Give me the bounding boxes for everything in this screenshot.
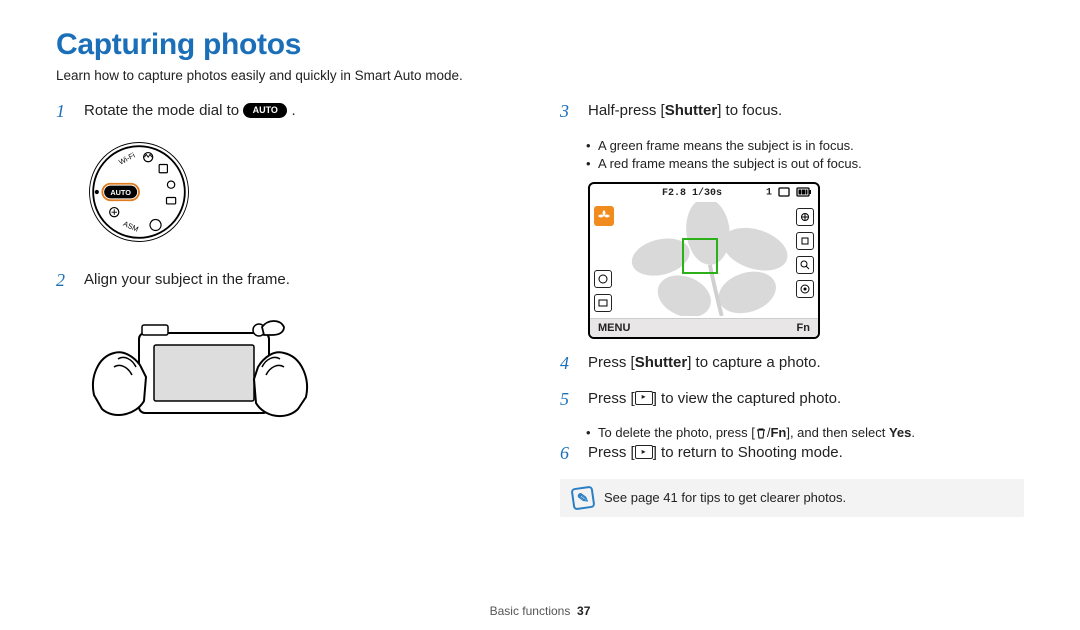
step5-post: ] to view the captured photo. [653, 390, 841, 407]
lcd-screenshot: F2.8 1/30s 1 [588, 182, 1024, 339]
step-2: 2 Align your subject in the frame. [56, 270, 520, 292]
lcd-exposure: F2.8 1/30s [662, 188, 722, 199]
step-6: 6 Press [▸] to return to Shooting mode. [560, 443, 1024, 465]
step4-post: ] to capture a photo. [687, 354, 820, 371]
shutter-label: Shutter [635, 354, 688, 371]
auto-pill-icon: AUTO [243, 103, 287, 118]
step-3: 3 Half-press [Shutter] to focus. [560, 101, 1024, 123]
page-title: Capturing photos [56, 28, 1024, 62]
lcd-fn-label: Fn [797, 322, 810, 334]
focus-frame [682, 238, 718, 274]
step6-post: ] to return to Shooting mode. [653, 444, 843, 461]
step-4: 4 Press [Shutter] to capture a photo. [560, 353, 1024, 375]
step1-text-pre: Rotate the mode dial to [84, 102, 243, 119]
dial-auto-label: AUTO [110, 187, 131, 196]
step-number: 4 [560, 353, 576, 375]
lcd-icon-right-3 [796, 256, 814, 274]
page-subtitle: Learn how to capture photos easily and q… [56, 68, 1024, 83]
fn-label: Fn [770, 425, 786, 440]
footer-page-number: 37 [577, 604, 590, 618]
lcd-menu-label: MENU [598, 322, 630, 334]
shutter-label: Shutter [665, 102, 718, 119]
step3-post: ] to focus. [717, 102, 782, 119]
step3-pre: Half-press [ [588, 102, 665, 119]
step-number: 5 [560, 389, 576, 411]
step-number: 3 [560, 101, 576, 123]
step5-pre: Press [ [588, 390, 635, 407]
step4-pre: Press [ [588, 354, 635, 371]
battery-icon [796, 187, 812, 197]
footer-section: Basic functions [490, 604, 571, 618]
right-column: 3 Half-press [Shutter] to focus. A green… [560, 101, 1024, 590]
step-number: 6 [560, 443, 576, 465]
step2-text: Align your subject in the frame. [84, 270, 290, 292]
playback-key-icon: ▸ [635, 445, 653, 459]
lcd-icon-right-2 [796, 232, 814, 250]
step-5: 5 Press [▸] to view the captured photo. [560, 389, 1024, 411]
step3-bullets: A green frame means the subject is in fo… [560, 137, 1024, 175]
left-column: 1 Rotate the mode dial to AUTO . [56, 101, 520, 590]
mode-dial-illustration: AUTO Wi-Fi ASM [84, 137, 520, 252]
lcd-icon-right-1 [796, 208, 814, 226]
step6-pre: Press [ [588, 444, 635, 461]
tip-text: See page 41 for tips to get clearer phot… [604, 490, 846, 505]
lcd-icon-right-4 [796, 280, 814, 298]
step-number: 1 [56, 101, 72, 123]
bullet-green-frame: A green frame means the subject is in fo… [588, 137, 1024, 156]
lcd-count: 1 [766, 188, 772, 199]
step-number: 2 [56, 270, 72, 292]
step5-bullets: To delete the photo, press [/Fn], and th… [560, 424, 1024, 443]
trash-icon [755, 427, 767, 439]
note-icon: ✎ [571, 485, 596, 510]
bullet-red-frame: A red frame means the subject is out of … [588, 155, 1024, 174]
hold-camera-illustration [84, 305, 520, 440]
tip-box: ✎ See page 41 for tips to get clearer ph… [560, 479, 1024, 517]
sd-card-icon [778, 187, 790, 197]
yes-label: Yes [889, 425, 911, 440]
bullet-delete: To delete the photo, press [/Fn], and th… [588, 424, 1024, 443]
lcd-icon-left-2 [594, 294, 612, 312]
step1-text-post: . [291, 102, 295, 119]
lcd-icon-left-1 [594, 270, 612, 288]
playback-key-icon: ▸ [635, 391, 653, 405]
page-footer: Basic functions 37 [56, 590, 1024, 618]
step-1: 1 Rotate the mode dial to AUTO . [56, 101, 520, 123]
